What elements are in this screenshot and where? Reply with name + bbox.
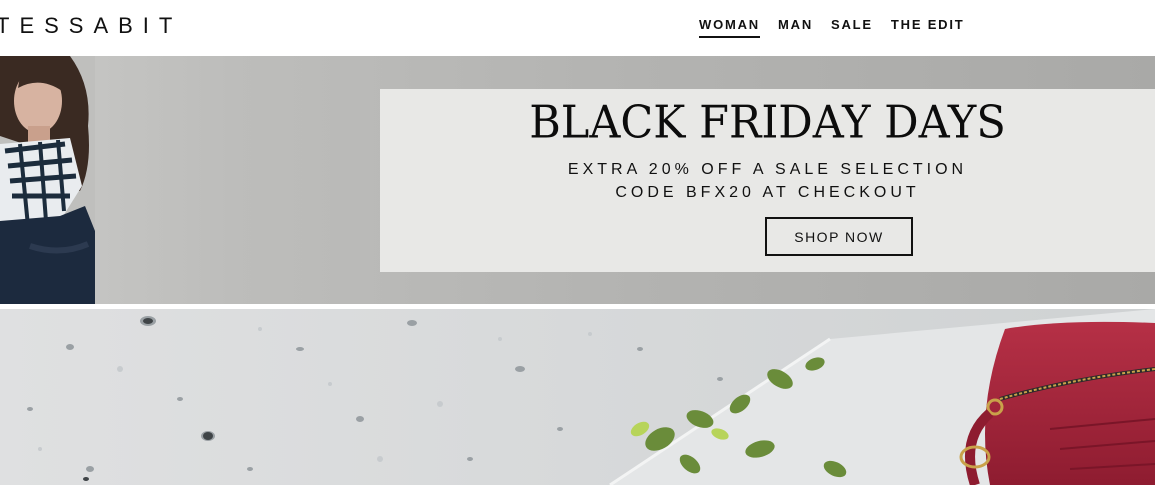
nav-woman[interactable]: WOMAN (699, 17, 760, 38)
promo-panel: BLACK FRIDAY DAYS EXTRA 20% OFF A SALE S… (380, 89, 1155, 272)
brand-logo[interactable]: TESSABIT (0, 13, 182, 39)
promo-discount-text: EXTRA 20% OFF A SALE SELECTION (567, 161, 968, 178)
product-banner[interactable] (0, 309, 1155, 485)
shop-now-button[interactable]: SHOP NOW (765, 217, 913, 256)
main-nav: WOMAN MAN SALE THE EDIT (699, 17, 965, 38)
nav-sale[interactable]: SALE (831, 17, 873, 38)
model-image (0, 56, 95, 304)
nav-the-edit[interactable]: THE EDIT (891, 17, 965, 38)
site-header: TESSABIT WOMAN MAN SALE THE EDIT (0, 0, 1155, 56)
promo-title: BLACK FRIDAY DAYS (529, 96, 1006, 150)
hero-banner[interactable]: BLACK FRIDAY DAYS EXTRA 20% OFF A SALE S… (0, 56, 1155, 304)
promo-code-text: CODE BFX20 AT CHECKOUT (615, 184, 920, 201)
nav-man[interactable]: MAN (778, 17, 813, 38)
terrazzo-bag-image (0, 309, 1155, 485)
